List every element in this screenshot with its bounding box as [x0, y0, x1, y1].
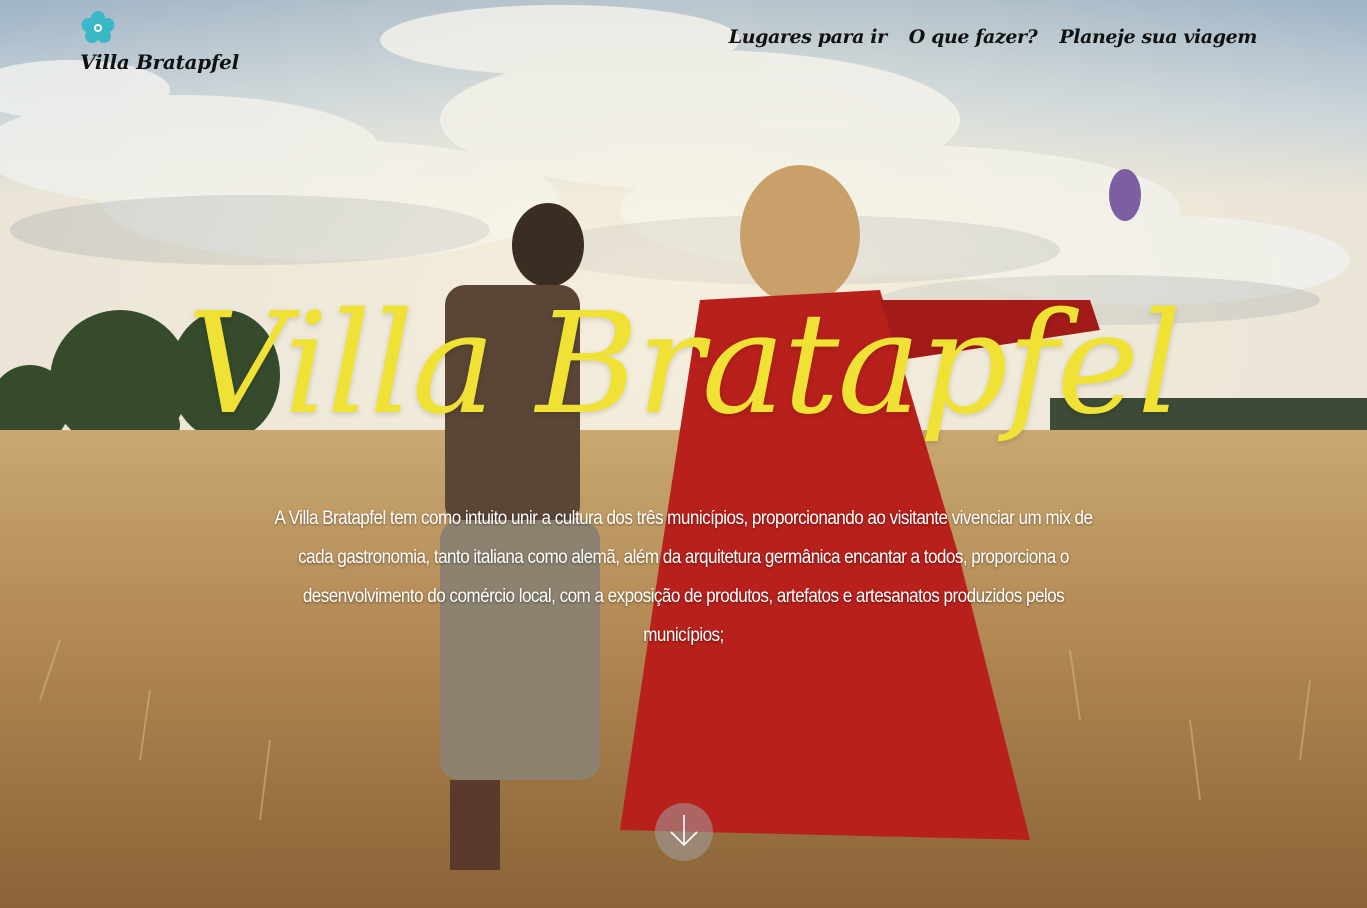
hero-background-image: [0, 0, 1367, 908]
nav-link-planeje[interactable]: Planeje sua viagem: [1059, 26, 1257, 48]
nav-link-lugares[interactable]: Lugares para ir: [729, 26, 887, 48]
scroll-down-button[interactable]: [655, 803, 713, 861]
hero-section: Villa Bratapfel Lugares para ir O que fa…: [0, 0, 1367, 908]
hero-description: A Villa Bratapfel tem como intuito unir …: [274, 508, 1093, 646]
flower-icon: [81, 11, 115, 43]
hero-title: Villa Bratapfel: [187, 283, 1182, 446]
site-logo[interactable]: Villa Bratapfel: [78, 10, 239, 74]
arrow-down-icon: [670, 815, 698, 847]
main-navigation: Lugares para ir O que fazer? Planeje sua…: [729, 26, 1258, 48]
logo-text: Villa Bratapfel: [80, 50, 239, 74]
nav-link-o-que-fazer[interactable]: O que fazer?: [909, 26, 1038, 48]
